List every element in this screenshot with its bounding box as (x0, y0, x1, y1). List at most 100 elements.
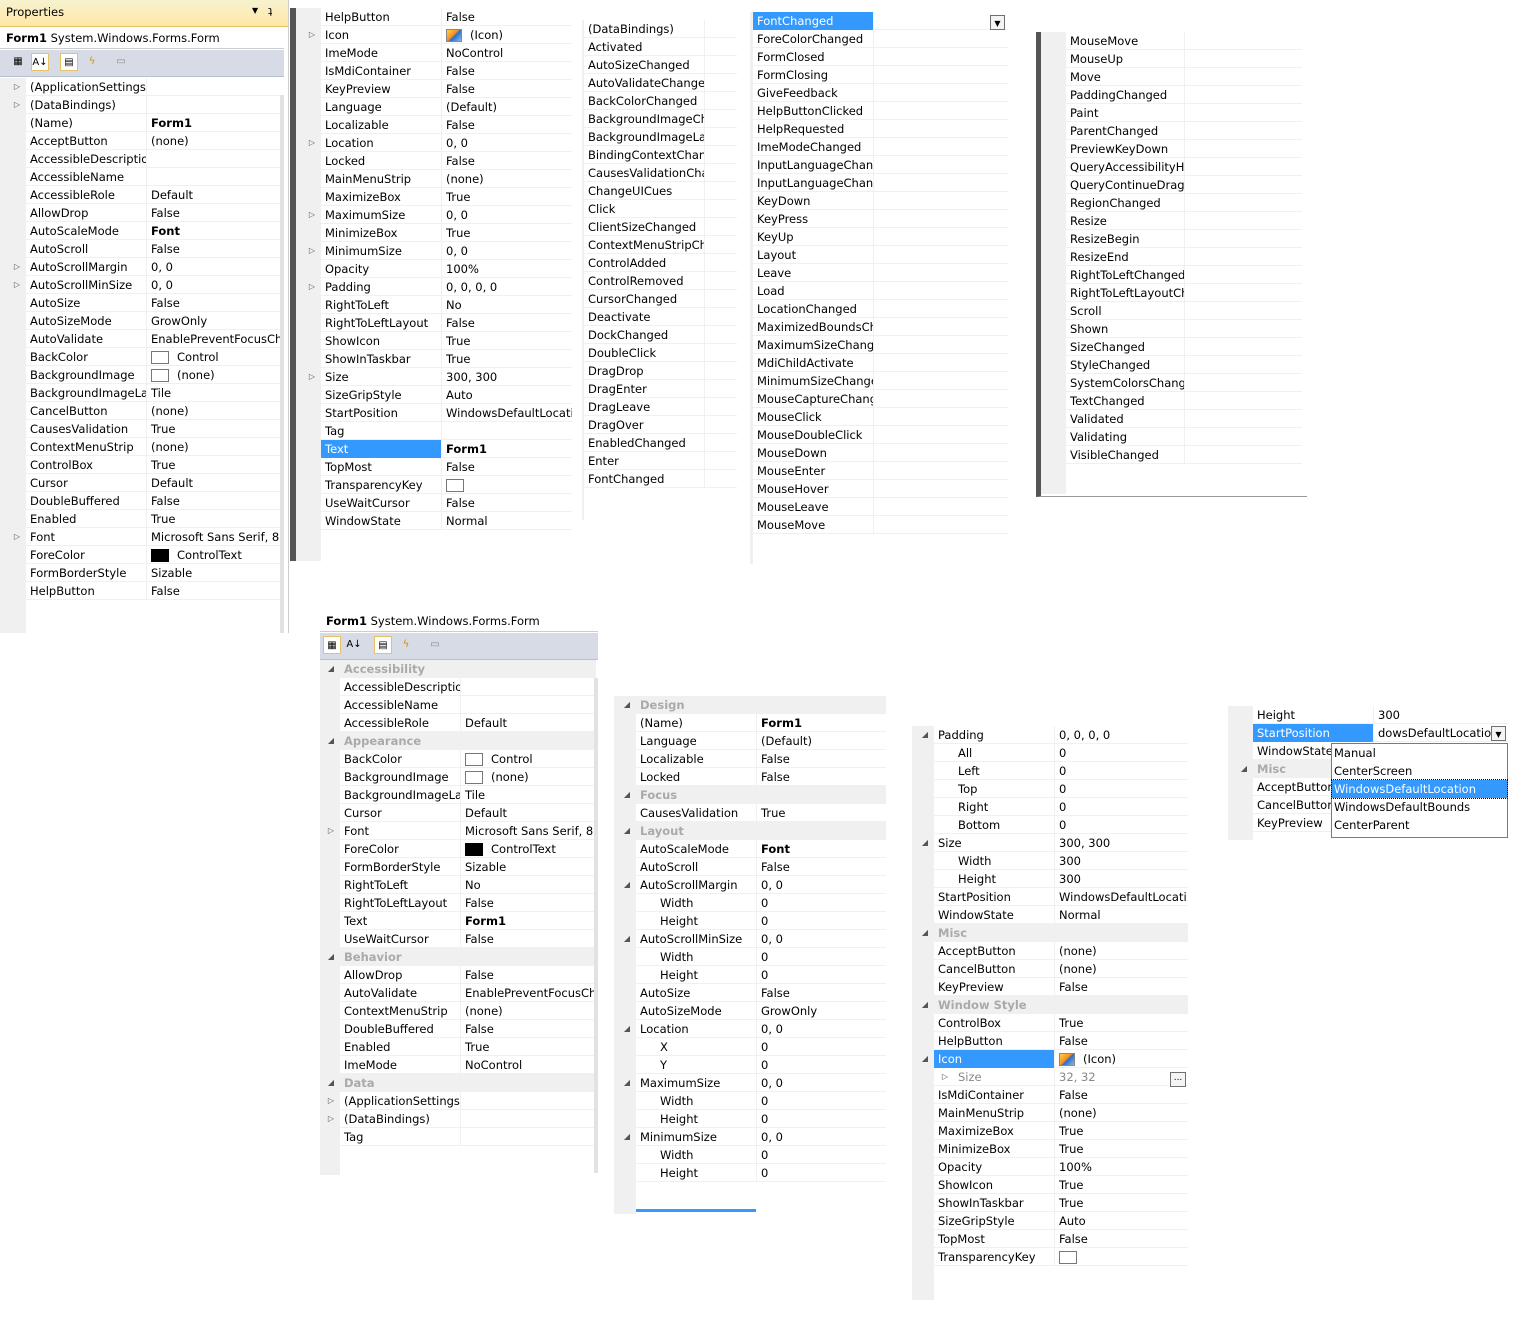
event-row-bindingcontextchanged[interactable]: BindingContextChanged (582, 146, 737, 164)
event-row-causesvalidationchanged[interactable]: CausesValidationChanged (582, 164, 737, 182)
property-value[interactable]: Default (460, 714, 594, 732)
property-row-doublebuffered[interactable]: DoubleBuffered False (320, 1020, 596, 1038)
property-row-minimizebox[interactable]: MinimizeBox True (912, 1140, 1188, 1158)
property-row-enabled[interactable]: Enabled True (0, 510, 284, 528)
property-value[interactable]: Auto (1054, 1212, 1186, 1230)
event-handler-field[interactable] (873, 66, 1008, 84)
category-behavior[interactable]: ◢ Behavior (320, 948, 596, 966)
event-row-helprequested[interactable]: HelpRequested (750, 120, 1008, 138)
collapse-arrow-icon[interactable]: ◢ (920, 726, 930, 744)
property-row-height[interactable]: Height 300 (912, 870, 1188, 888)
event-row-previewkeydown[interactable]: PreviewKeyDown (1041, 140, 1302, 158)
event-handler-field[interactable] (1184, 284, 1302, 302)
property-value[interactable]: Form1 (756, 714, 884, 732)
property-value[interactable]: 0 (756, 1110, 884, 1128)
event-handler-field[interactable] (1184, 140, 1302, 158)
property-value[interactable]: 300 (1373, 706, 1508, 724)
property-row-bottom[interactable]: Bottom 0 (912, 816, 1188, 834)
property-value[interactable]: False (146, 240, 280, 258)
property-row-location[interactable]: ▷ Location 0, 0 (296, 134, 572, 152)
property-value[interactable]: 0, 0 (756, 930, 884, 948)
expand-arrow-icon[interactable]: ▷ (12, 258, 22, 276)
property-value[interactable]: False (441, 8, 572, 26)
lightning-icon[interactable]: ϟ (397, 636, 415, 654)
collapse-arrow-icon[interactable]: ◢ (326, 1074, 336, 1092)
property-row-autoscroll[interactable]: AutoScroll False (0, 240, 284, 258)
property-value[interactable]: False (146, 492, 280, 510)
property-value[interactable]: 300, 300 (441, 368, 572, 386)
event-row-deactivate[interactable]: Deactivate (582, 308, 737, 326)
category-appearance[interactable]: ◢ Appearance (320, 732, 596, 750)
event-handler-field[interactable] (873, 102, 1008, 120)
property-value[interactable]: Default (146, 474, 280, 492)
property-row-showicon[interactable]: ShowIcon True (296, 332, 572, 350)
property-value[interactable]: 0 (756, 1164, 884, 1182)
property-value[interactable]: False (441, 494, 572, 512)
property-row-databindings[interactable]: ▷ (DataBindings) (320, 1110, 596, 1128)
event-row-mousemove[interactable]: MouseMove (750, 516, 1008, 534)
dropdown-option-centerparent[interactable]: CenterParent (1332, 816, 1507, 834)
pin-icon[interactable]: ʇ (268, 4, 272, 17)
event-handler-field[interactable] (1184, 410, 1302, 428)
property-row-enabled[interactable]: Enabled True (320, 1038, 596, 1056)
event-handler-field[interactable] (704, 272, 737, 290)
event-handler-field[interactable] (704, 74, 737, 92)
event-row-maximizedboundschanged[interactable]: MaximizedBoundsChanged (750, 318, 1008, 336)
property-value[interactable]: True (441, 332, 572, 350)
categorized-icon[interactable]: ▦ (323, 636, 341, 654)
property-value[interactable]: 0, 0 (441, 242, 572, 260)
event-row-enter[interactable]: Enter (582, 452, 737, 470)
property-value[interactable]: 0 (756, 1146, 884, 1164)
expand-arrow-icon[interactable]: ▷ (307, 242, 317, 260)
sort-az-icon[interactable]: A↓ (345, 636, 363, 654)
event-handler-field[interactable] (704, 236, 737, 254)
event-handler-field[interactable] (873, 156, 1008, 174)
event-handler-field[interactable] (704, 92, 737, 110)
property-row-height[interactable]: Height 300 (1228, 706, 1508, 724)
event-handler-field[interactable] (704, 146, 737, 164)
event-handler-field[interactable] (873, 210, 1008, 228)
event-row-parentchanged[interactable]: ParentChanged (1041, 122, 1302, 140)
property-row-topmost[interactable]: TopMost False (296, 458, 572, 476)
properties-icon[interactable]: ▤ (374, 636, 392, 654)
category-layout[interactable]: ◢ Layout (614, 822, 886, 840)
event-row-stylechanged[interactable]: StyleChanged (1041, 356, 1302, 374)
event-handler-field[interactable] (1184, 374, 1302, 392)
event-row-formclosing[interactable]: FormClosing (750, 66, 1008, 84)
property-row-allowdrop[interactable]: AllowDrop False (0, 204, 284, 222)
property-row-contextmenustrip[interactable]: ContextMenuStrip (none) (320, 1002, 596, 1020)
event-row-textchanged[interactable]: TextChanged (1041, 392, 1302, 410)
property-value[interactable]: 0, 0, 0, 0 (1054, 726, 1186, 744)
property-value[interactable] (460, 1110, 594, 1128)
property-row-localizable[interactable]: Localizable False (614, 750, 886, 768)
event-handler-field[interactable] (1184, 176, 1302, 194)
event-handler-field[interactable] (704, 362, 737, 380)
property-value[interactable]: (none) (146, 366, 280, 384)
property-row-backcolor[interactable]: BackColor Control (320, 750, 596, 768)
collapse-arrow-icon[interactable]: ◢ (1239, 760, 1249, 778)
property-row-sizegripstyle[interactable]: SizeGripStyle Auto (296, 386, 572, 404)
expand-arrow-icon[interactable]: ▷ (307, 134, 317, 152)
property-value[interactable]: False (460, 966, 594, 984)
property-value[interactable]: False (756, 750, 884, 768)
event-row-helpbuttonclicked[interactable]: HelpButtonClicked (750, 102, 1008, 120)
event-handler-field[interactable] (704, 20, 737, 38)
property-row-autosize[interactable]: AutoSize False (614, 984, 886, 1002)
event-row-dragenter[interactable]: DragEnter (582, 380, 737, 398)
property-row-opacity[interactable]: Opacity 100% (912, 1158, 1188, 1176)
property-row-tag[interactable]: Tag (296, 422, 572, 440)
event-row-mdichildactivate[interactable]: MdiChildActivate (750, 354, 1008, 372)
event-handler-field[interactable] (873, 192, 1008, 210)
property-value[interactable] (146, 78, 280, 96)
scrollbar[interactable] (280, 95, 284, 633)
event-handler-field[interactable] (704, 434, 737, 452)
collapse-arrow-icon[interactable]: ◢ (920, 1050, 930, 1068)
property-value[interactable]: 0, 0 (146, 258, 280, 276)
property-value[interactable]: (none) (1054, 960, 1186, 978)
category-data[interactable]: ◢ Data (320, 1074, 596, 1092)
event-row-clientsizechanged[interactable]: ClientSizeChanged (582, 218, 737, 236)
property-value[interactable]: (Icon) (441, 26, 572, 44)
dropdown-option-windowsdefaultbounds[interactable]: WindowsDefaultBounds (1332, 798, 1507, 816)
property-value[interactable]: EnablePreventFocusChange (146, 330, 280, 348)
collapse-arrow-icon[interactable]: ◢ (622, 930, 632, 948)
